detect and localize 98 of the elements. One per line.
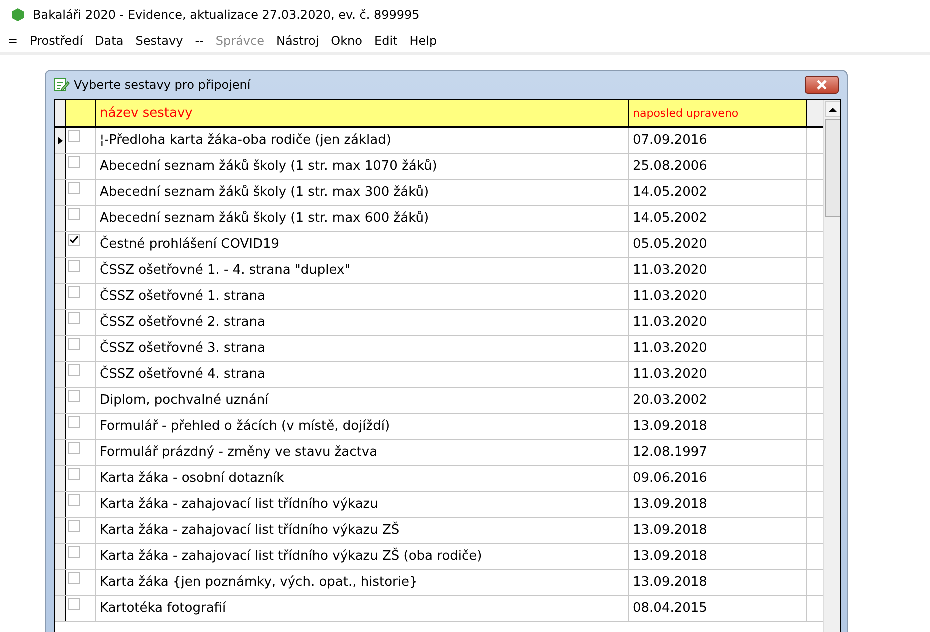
- table-cell: 11.03.2020: [629, 284, 807, 309]
- table-cell: Karta žáka - zahajovací list třídního výkazu: [96, 492, 629, 517]
- table-cell: Karta žáka - zahajovací list třídního výkazu ZŠ: [96, 518, 629, 543]
- table-cell: 20.03.2002: [629, 388, 807, 413]
- table-cell: Karta žáka - osobní dotazník: [96, 466, 629, 491]
- table-cell: Formulář prázdný - změny ve stavu žactva: [96, 440, 629, 465]
- table-cell: 09.06.2016: [629, 466, 807, 491]
- up-arrow-icon: [829, 106, 837, 112]
- row-selector[interactable]: [55, 180, 66, 205]
- close-icon: [816, 80, 828, 90]
- table-cell: 13.09.2018: [629, 544, 807, 569]
- table-cell: ¦-Předloha karta žáka-oba rodiče (jen základ): [96, 128, 629, 153]
- table-cell: 08.04.2015: [629, 596, 807, 621]
- checkbox[interactable]: [68, 364, 80, 376]
- row-selector[interactable]: [55, 154, 66, 179]
- table-cell: 11.03.2020: [629, 362, 807, 387]
- scrollbar[interactable]: [823, 100, 840, 632]
- menu-item[interactable]: Help: [404, 34, 444, 48]
- row-selector[interactable]: [55, 440, 66, 465]
- table-cell: ČSSZ ošetřovné 3. strana: [96, 336, 629, 361]
- table-cell: Karta žáka - zahajovací list třídního výkazu ZŠ (oba rodiče): [96, 544, 629, 569]
- menu-item[interactable]: --: [189, 34, 210, 48]
- row-selector[interactable]: [55, 596, 66, 621]
- table-cell: ČSSZ ošetřovné 2. strana: [96, 310, 629, 335]
- checkbox[interactable]: [68, 338, 80, 350]
- menu-item[interactable]: =: [2, 34, 24, 48]
- table-cell: Abecední seznam žáků školy (1 str. max 1070 žáků): [96, 154, 629, 179]
- row-selector[interactable]: [55, 492, 66, 517]
- menu-item[interactable]: Edit: [368, 34, 404, 48]
- row-selector[interactable]: [55, 362, 66, 387]
- table-cell: Formulář - přehled o žácích (v místě, dojíždí): [96, 414, 629, 439]
- table-cell: Karta žáka {jen poznámky, vých. opat., historie}: [96, 570, 629, 595]
- checkbox[interactable]: [68, 260, 80, 272]
- checkbox[interactable]: [68, 156, 80, 168]
- row-selector[interactable]: [55, 388, 66, 413]
- table-cell: 14.05.2002: [629, 180, 807, 205]
- app-logo-icon: [11, 8, 25, 22]
- menu-item[interactable]: Okno: [325, 34, 368, 48]
- checkbox[interactable]: [68, 208, 80, 220]
- table-cell: Kartotéka fotografií: [96, 596, 629, 621]
- edit-form-icon: [54, 77, 70, 93]
- checkbox[interactable]: [68, 234, 80, 246]
- window-title: Bakaláři 2020 - Evidence, aktualizace 27.03.2020, ev. č. 899995: [33, 8, 420, 22]
- column-header[interactable]: naposled upraveno: [629, 100, 807, 126]
- table-cell: 13.09.2018: [629, 570, 807, 595]
- scroll-up-button[interactable]: [825, 101, 840, 117]
- table-cell: Abecední seznam žáků školy (1 str. max 600 žáků): [96, 206, 629, 231]
- row-selector[interactable]: [55, 128, 66, 153]
- table-cell: 13.09.2018: [629, 492, 807, 517]
- checkbox[interactable]: [68, 546, 80, 558]
- table-cell: 12.08.1997: [629, 440, 807, 465]
- table-cell: Čestné prohlášení COVID19: [96, 232, 629, 257]
- menu-item[interactable]: Nástroj: [270, 34, 326, 48]
- row-selector[interactable]: [55, 232, 66, 257]
- table-cell: Diplom, pochvalné uznání: [96, 388, 629, 413]
- checkbox[interactable]: [68, 468, 80, 480]
- menu-item[interactable]: Prostředí: [24, 34, 90, 48]
- checkbox[interactable]: [68, 416, 80, 428]
- table-cell: 11.03.2020: [629, 258, 807, 283]
- close-button[interactable]: [805, 76, 839, 94]
- row-selector[interactable]: [55, 518, 66, 543]
- checkbox[interactable]: [68, 494, 80, 506]
- table-cell: 25.08.2006: [629, 154, 807, 179]
- table-cell: 13.09.2018: [629, 414, 807, 439]
- row-selector[interactable]: [55, 414, 66, 439]
- scroll-thumb[interactable]: [825, 119, 840, 217]
- header-cell: [807, 100, 823, 126]
- table-cell: 13.09.2018: [629, 518, 807, 543]
- row-selector[interactable]: [55, 466, 66, 491]
- row-selector[interactable]: [55, 284, 66, 309]
- dialog-title: Vyberte sestavy pro připojení: [74, 78, 252, 92]
- table-cell: 11.03.2020: [629, 336, 807, 361]
- table-cell: 11.03.2020: [629, 310, 807, 335]
- table-cell: 07.09.2016: [629, 128, 807, 153]
- checkbox[interactable]: [68, 312, 80, 324]
- table-cell: 14.05.2002: [629, 206, 807, 231]
- menu-item[interactable]: Data: [89, 34, 130, 48]
- row-selector[interactable]: [55, 336, 66, 361]
- table-cell: 05.05.2020: [629, 232, 807, 257]
- checkbox[interactable]: [68, 520, 80, 532]
- checkbox[interactable]: [68, 572, 80, 584]
- checkbox[interactable]: [68, 130, 80, 142]
- table-cell: Abecední seznam žáků školy (1 str. max 300 žáků): [96, 180, 629, 205]
- checkbox[interactable]: [68, 390, 80, 402]
- menu-item[interactable]: Sestavy: [130, 34, 190, 48]
- table-cell: ČSSZ ošetřovné 4. strana: [96, 362, 629, 387]
- row-selector[interactable]: [55, 206, 66, 231]
- row-selector[interactable]: [55, 310, 66, 335]
- row-selector[interactable]: [55, 570, 66, 595]
- row-selector[interactable]: [55, 258, 66, 283]
- column-header[interactable]: název sestavy: [96, 100, 629, 126]
- checkbox[interactable]: [68, 286, 80, 298]
- checkbox[interactable]: [68, 598, 80, 610]
- table-cell: ČSSZ ošetřovné 1. - 4. strana "duplex": [96, 258, 629, 283]
- table-cell: ČSSZ ošetřovné 1. strana: [96, 284, 629, 309]
- checkbox[interactable]: [68, 182, 80, 194]
- row-selector[interactable]: [55, 544, 66, 569]
- checkbox[interactable]: [68, 442, 80, 454]
